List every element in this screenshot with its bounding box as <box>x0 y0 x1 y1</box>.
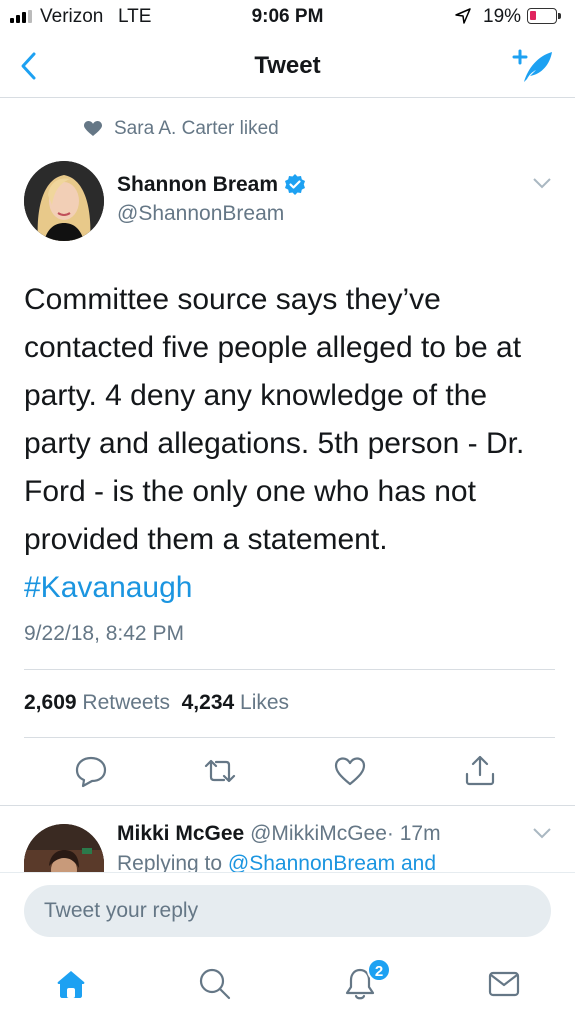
tweet-text-line: Ford - is the only one who has not <box>24 475 476 508</box>
share-icon[interactable] <box>462 753 498 789</box>
replying-to: Replying to @ShannonBream and <box>117 852 436 872</box>
reply-time: · 17m <box>386 822 441 845</box>
status-bar: Verizon LTE 9:06 PM 19% <box>0 0 575 36</box>
compose-tweet-icon[interactable] <box>510 48 554 84</box>
social-context-text: Sara A. Carter liked <box>114 118 279 139</box>
like-icon[interactable] <box>332 753 368 789</box>
author-handle[interactable]: @ShannonBream <box>117 202 284 226</box>
battery-icon <box>527 8 561 24</box>
separator <box>0 805 575 806</box>
avatar-image <box>24 161 104 241</box>
reply-author-name[interactable]: Mikki McGee <box>117 822 244 845</box>
tab-bar <box>0 952 575 1024</box>
chevron-down-icon[interactable] <box>532 176 552 190</box>
tweet-text: Committee source says they’ve contacted … <box>24 276 554 612</box>
search-icon[interactable] <box>197 966 233 1002</box>
reply-input[interactable] <box>24 885 551 937</box>
reply-avatar[interactable] <box>24 824 104 872</box>
reply-author-handle[interactable]: @MikkiMcGee <box>250 822 387 845</box>
retweets-count: 2,609 <box>24 691 77 714</box>
tweet-timestamp: 9/22/18, 8:42 PM <box>24 622 184 645</box>
location-arrow-icon <box>455 8 471 24</box>
social-context: Sara A. Carter liked <box>84 118 279 140</box>
reply-avatar-image <box>24 824 104 872</box>
likes-count: 4,234 <box>181 691 235 714</box>
chevron-down-icon[interactable] <box>532 826 552 840</box>
tweet-text-line: provided them a statement. <box>24 523 388 556</box>
tweet-text-line: Committee source says they’ve <box>24 283 441 316</box>
messages-icon[interactable] <box>486 966 522 1002</box>
home-icon[interactable] <box>53 966 89 1002</box>
divider <box>24 737 555 738</box>
hashtag-link[interactable]: #Kavanaugh <box>24 564 554 612</box>
tweet-text-line: party. 4 deny any knowledge of the <box>24 379 488 412</box>
battery-percent: 19% <box>483 6 522 27</box>
avatar[interactable] <box>24 161 104 241</box>
nav-bar: Tweet <box>0 36 575 98</box>
notification-badge: 2 <box>367 958 391 982</box>
author-name-text: Shannon Bream <box>117 173 279 196</box>
tweet-stats: 2,609 Retweets 4,234 Likes <box>24 691 289 715</box>
page-title: Tweet <box>254 52 321 79</box>
retweet-icon[interactable] <box>202 753 238 789</box>
reply-bar <box>0 872 575 952</box>
tweet-text-line: party and allegations. 5th person - Dr. <box>24 427 525 460</box>
replying-to-label: Replying to <box>117 852 223 872</box>
tweet-text-line: contacted five people alleged to be at <box>24 331 522 364</box>
heart-icon <box>84 121 102 136</box>
likes-label: Likes <box>240 691 290 714</box>
likes-stat[interactable]: 4,234 Likes <box>182 691 289 714</box>
author-name[interactable]: Shannon Bream <box>117 173 306 197</box>
divider <box>24 669 555 670</box>
reply-header: Mikki McGee @MikkiMcGee· 17m <box>117 822 441 846</box>
retweets-label: Retweets <box>82 691 170 714</box>
reply-icon[interactable] <box>73 753 109 789</box>
verified-badge-icon <box>285 174 306 195</box>
replying-to-mention[interactable]: @ShannonBream and <box>228 852 436 872</box>
retweets-stat[interactable]: 2,609 Retweets <box>24 691 170 714</box>
